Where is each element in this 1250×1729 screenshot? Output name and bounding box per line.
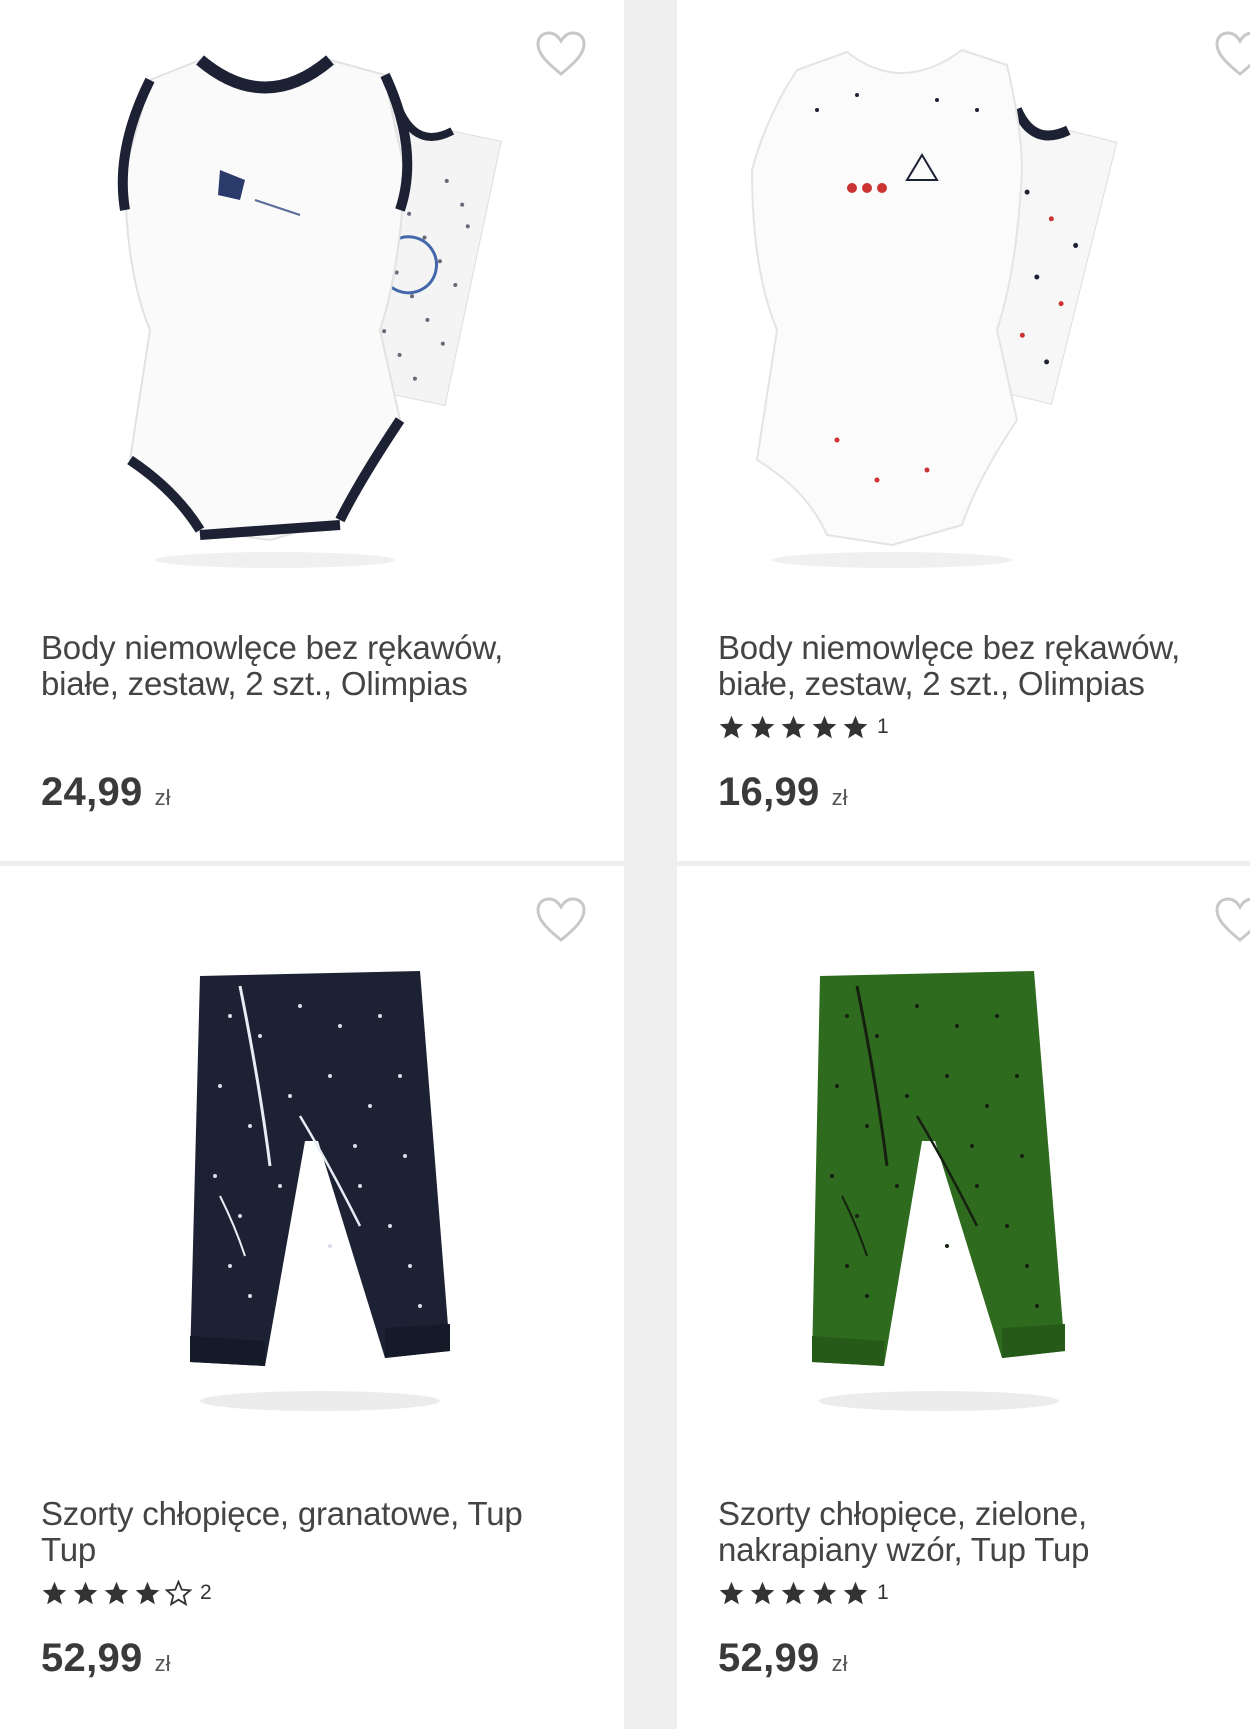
heart-icon[interactable] [535,896,587,944]
star-filled-icon [719,1581,744,1604]
product-image[interactable] [0,0,624,600]
star-filled-icon [843,1581,868,1604]
product-price: 52,99 zł [718,1636,848,1681]
price-currency: zł [154,1651,171,1676]
price-amount: 52,99 [41,1636,143,1680]
star-filled-icon [750,715,775,738]
product-image[interactable] [0,866,624,1466]
star-filled-icon [135,1581,160,1604]
star-filled-icon [843,715,868,738]
product-card[interactable]: Body niemowlęce bez rękawów, białe, zest… [677,0,1250,861]
rating-stars [718,714,869,741]
price-amount: 16,99 [718,770,820,814]
star-filled-icon [812,715,837,738]
rating-count: 2 [200,1581,212,1604]
heart-icon[interactable] [535,30,587,78]
star-filled-icon [812,1581,837,1604]
star-filled-icon [781,1581,806,1604]
price-currency: zł [831,1651,848,1676]
price-currency: zł [831,785,848,810]
rating-stars [718,1580,869,1607]
star-empty-icon [165,1579,192,1606]
star-filled-icon [42,1581,67,1604]
product-rating[interactable]: 1 [718,712,889,742]
star-filled-icon [781,715,806,738]
price-amount: 24,99 [41,770,143,814]
product-image[interactable] [677,866,1250,1466]
price-currency: zł [154,785,171,810]
product-card[interactable]: Body niemowlęce bez rękawów, białe, zest… [0,0,624,861]
product-price: 16,99 zł [718,770,848,815]
product-rating[interactable]: 1 [718,1578,889,1608]
star-filled-icon [73,1581,98,1604]
price-amount: 52,99 [718,1636,820,1680]
heart-icon[interactable] [1214,896,1250,944]
star-filled-icon [104,1581,129,1604]
product-price: 52,99 zł [41,1636,171,1681]
rating-stars [41,1579,192,1607]
heart-icon[interactable] [1214,30,1250,78]
product-card[interactable]: Szorty chłopięce, granatowe, Tup Tup 2 5… [0,866,624,1729]
product-rating[interactable]: 2 [41,1578,212,1608]
star-filled-icon [719,715,744,738]
rating-count: 1 [877,715,889,738]
rating-count: 1 [877,1581,889,1604]
product-price: 24,99 zł [41,770,171,815]
product-title[interactable]: Body niemowlęce bez rękawów, białe, zest… [41,630,561,702]
product-title[interactable]: Body niemowlęce bez rękawów, białe, zest… [718,630,1238,702]
product-card[interactable]: Szorty chłopięce, zielone, nakrapiany wz… [677,866,1250,1729]
product-title[interactable]: Szorty chłopięce, zielone, nakrapiany wz… [718,1496,1238,1568]
product-title[interactable]: Szorty chłopięce, granatowe, Tup Tup [41,1496,561,1568]
product-image[interactable] [677,0,1250,600]
star-filled-icon [750,1581,775,1604]
